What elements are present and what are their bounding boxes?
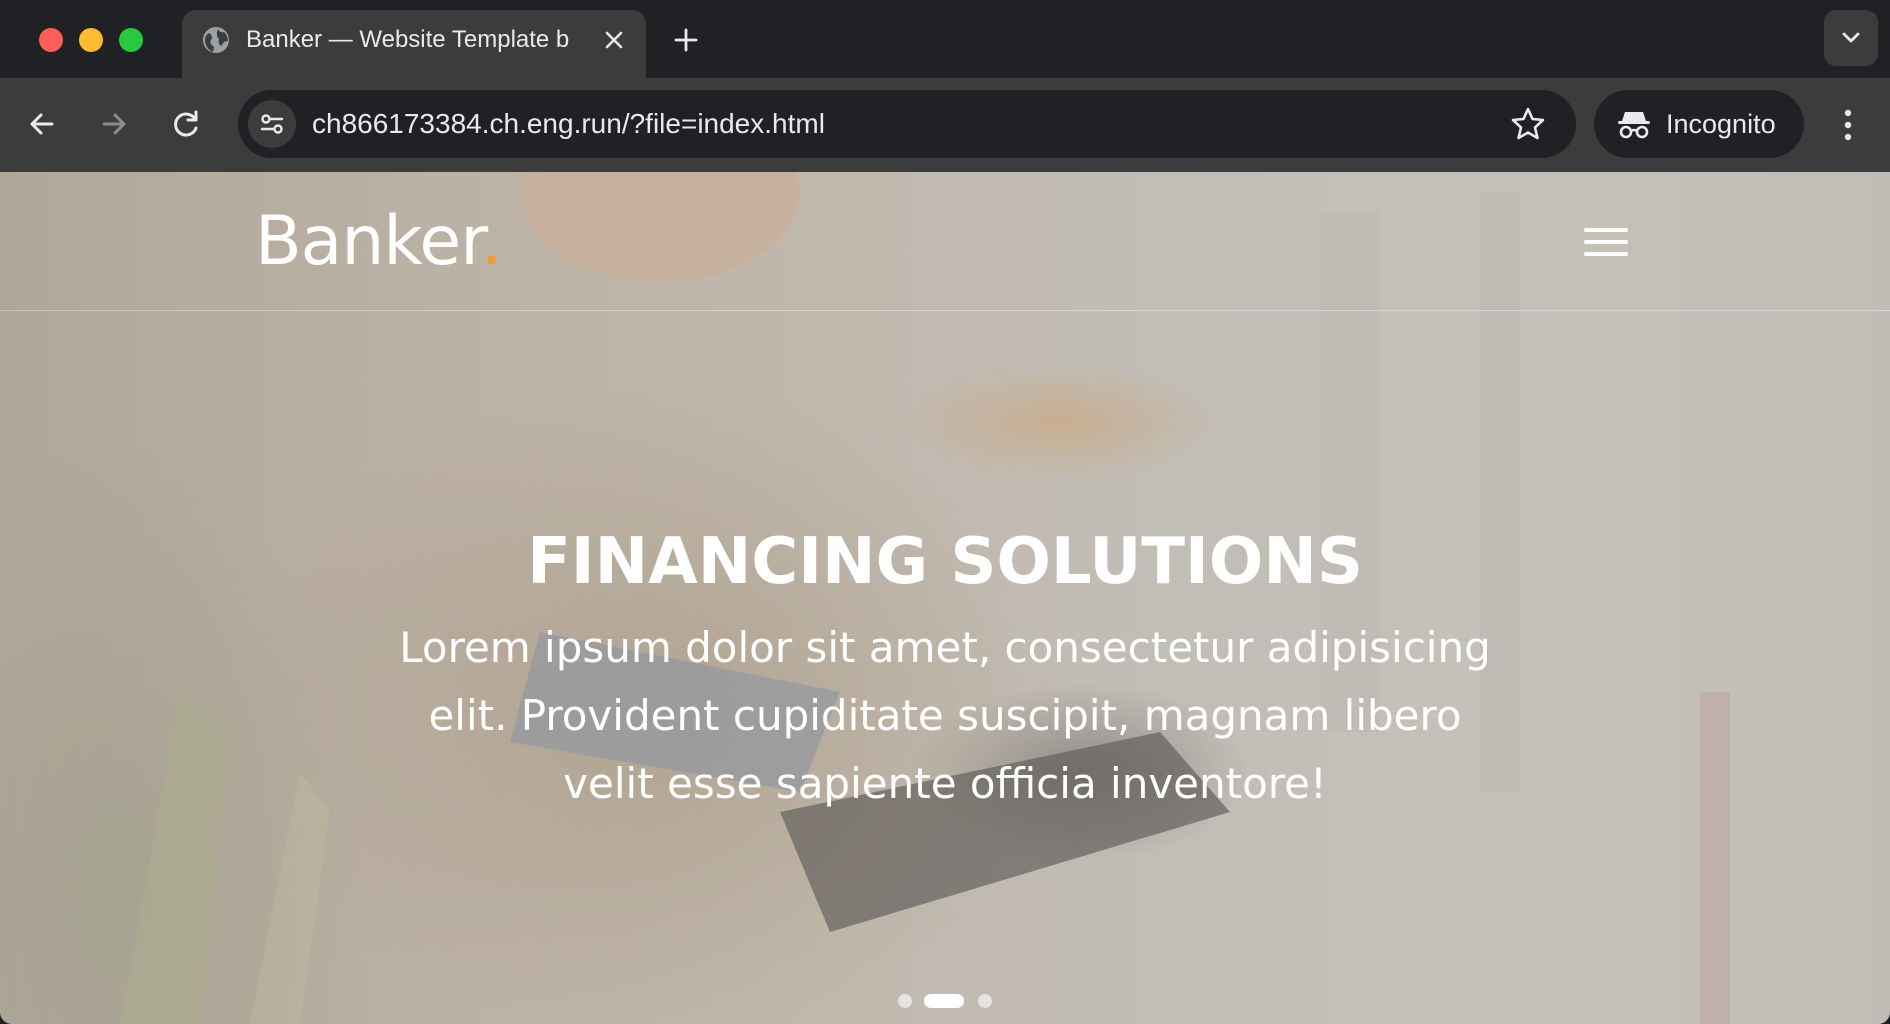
hamburger-bar bbox=[1584, 252, 1628, 256]
hero-subtitle: Lorem ipsum dolor sit amet, consectetur … bbox=[399, 623, 1491, 808]
hamburger-bar bbox=[1584, 240, 1628, 244]
carousel-dot-2[interactable] bbox=[924, 994, 964, 1008]
site-info-button[interactable] bbox=[248, 100, 296, 148]
globe-icon bbox=[203, 27, 229, 53]
page-viewport: Banker. FINANCING SOLUTIONS Lorem ipsum … bbox=[0, 172, 1890, 1024]
reload-icon[interactable] bbox=[166, 104, 206, 144]
kebab-icon[interactable] bbox=[1830, 104, 1866, 146]
close-icon[interactable] bbox=[598, 24, 630, 56]
tab-strip: Banker — Website Template b bbox=[0, 0, 1890, 78]
minimize-window-button[interactable] bbox=[79, 28, 103, 52]
address-bar[interactable]: ch866173384.ch.eng.run/?file=index.html bbox=[238, 90, 1576, 158]
site-header: Banker. bbox=[0, 172, 1890, 311]
browser-window: Banker — Website Template b ch866173384.… bbox=[0, 0, 1890, 1024]
maximize-window-button[interactable] bbox=[119, 28, 143, 52]
active-tab[interactable]: Banker — Website Template b bbox=[182, 10, 646, 78]
incognito-indicator[interactable]: Incognito bbox=[1594, 90, 1804, 158]
tab-title: Banker — Website Template b bbox=[246, 26, 570, 53]
incognito-label: Incognito bbox=[1666, 109, 1776, 139]
hero-title: FINANCING SOLUTIONS bbox=[527, 525, 1363, 599]
arrow-right-icon[interactable] bbox=[94, 104, 134, 144]
hamburger-icon[interactable] bbox=[1584, 228, 1628, 260]
hamburger-bar bbox=[1584, 228, 1628, 232]
plus-icon[interactable] bbox=[668, 22, 704, 58]
carousel-dots bbox=[898, 992, 998, 1008]
carousel-dot-1[interactable] bbox=[898, 994, 912, 1008]
site-logo[interactable]: Banker. bbox=[255, 202, 503, 282]
incognito-icon bbox=[1618, 112, 1650, 139]
logo-text: Banker bbox=[255, 202, 482, 281]
logo-dot: . bbox=[480, 202, 503, 281]
browser-toolbar: ch866173384.ch.eng.run/?file=index.html … bbox=[0, 78, 1890, 172]
carousel-dot-3[interactable] bbox=[978, 994, 992, 1008]
arrow-left-icon[interactable] bbox=[22, 104, 62, 144]
star-icon[interactable] bbox=[1508, 104, 1548, 144]
tab-search-button[interactable] bbox=[1824, 10, 1878, 66]
chevron-down-icon bbox=[1842, 32, 1860, 43]
url-text[interactable]: ch866173384.ch.eng.run/?file=index.html bbox=[312, 106, 825, 142]
tune-icon bbox=[260, 114, 284, 134]
close-window-button[interactable] bbox=[39, 28, 63, 52]
